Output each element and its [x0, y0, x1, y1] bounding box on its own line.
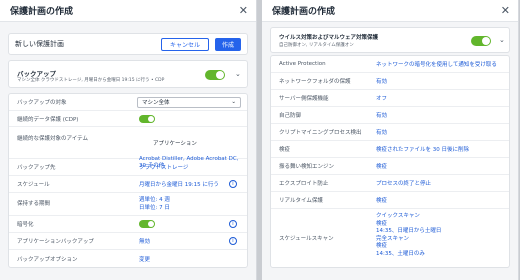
row-realtime-protection[interactable]: リアルタイム保護 検疫: [271, 192, 509, 209]
row-cdp-items[interactable]: 継続的な保護対象のアイテム アプリケーション Acrobat Distiller…: [9, 127, 247, 169]
row-label: エクスプロイト防止: [279, 181, 329, 187]
backup-options-link[interactable]: 変更: [139, 255, 150, 263]
cryptomining-link[interactable]: 有効: [376, 128, 387, 136]
row-label: ネットワークフォルダの保護: [279, 79, 351, 85]
close-icon[interactable]: ✕: [239, 5, 248, 16]
backup-toggle[interactable]: [205, 70, 225, 80]
retention-link[interactable]: 週単位: 4 週 日単位: 7 日: [139, 197, 170, 212]
row-label: リアルタイム保護: [279, 198, 323, 204]
chevron-down-icon: ⌄: [231, 99, 236, 105]
row-encryption: 暗号化 i: [9, 216, 247, 233]
right-panel: 保護計画の作成 ✕ ウイルス対策およびマルウェア対策保護 自己防御オン, リアル…: [262, 0, 519, 280]
row-behavior-engine[interactable]: 振る舞い検知エンジン 検疫: [271, 158, 509, 175]
info-icon[interactable]: i: [229, 237, 237, 245]
row-backup-options[interactable]: バックアップオプション 変更: [9, 250, 247, 267]
panel-header: 保護計画の作成 ✕: [0, 0, 256, 22]
antivirus-title: ウイルス対策およびマルウェア対策保護: [279, 35, 379, 41]
row-label: 振る舞い検知エンジン: [279, 164, 335, 170]
row-label: アプリケーションバックアップ: [17, 239, 94, 245]
active-protection-link[interactable]: ネットワークの暗号化を使用して通知を受け取る: [376, 60, 497, 68]
row-label: 暗号化: [17, 222, 34, 228]
row-app-backup[interactable]: アプリケーションバックアップ 無効 i: [9, 233, 247, 250]
antivirus-module[interactable]: ウイルス対策およびマルウェア対策保護 自己防御オン, リアルタイム保護オン ⌄: [270, 27, 510, 53]
info-icon[interactable]: i: [229, 220, 237, 228]
row-destination[interactable]: バックアップ先 クラウドストレージ: [9, 159, 247, 176]
row-label: バックアップの対象: [17, 100, 67, 106]
backup-summary: マシン全体 クラウドストレージ, 月曜日から金曜日 19:15 に行う • CD…: [17, 78, 165, 83]
row-label: Active Protection: [279, 61, 326, 67]
behavior-engine-link[interactable]: 検疫: [376, 162, 387, 170]
row-scheduled-scan[interactable]: スケジュールスキャン クイックスキャン 検疫 14:35、日曜日から土曜日 完全…: [271, 209, 509, 267]
row-backup-target[interactable]: バックアップの対象 マシン全体 ⌄: [9, 94, 247, 111]
app-backup-link[interactable]: 無効: [139, 237, 150, 245]
row-retention[interactable]: 保持する期間 週単位: 4 週 日単位: 7 日: [9, 193, 247, 216]
antivirus-toggle[interactable]: [471, 36, 491, 46]
chevron-down-icon[interactable]: ⌄: [235, 70, 241, 78]
backup-module[interactable]: バックアップ マシン全体 クラウドストレージ, 月曜日から金曜日 19:15 に…: [8, 60, 248, 88]
select-value: マシン全体: [142, 100, 170, 106]
self-protection-link[interactable]: 有効: [376, 111, 387, 119]
network-folder-link[interactable]: 有効: [376, 77, 387, 85]
quarantine-link[interactable]: 検疫されたファイルを 30 日後に削除: [376, 145, 469, 153]
backup-settings-list: バックアップの対象 マシン全体 ⌄ 継続的データ保護 (CDP) 継続的な保護対…: [8, 93, 248, 268]
backup-target-select[interactable]: マシン全体 ⌄: [137, 96, 241, 108]
close-icon[interactable]: ✕: [501, 5, 510, 16]
cdp-items-heading: アプリケーション: [153, 140, 197, 147]
scheduled-scan-value[interactable]: クイックスキャン 検疫 14:35、日曜日から土曜日 完全スキャン 検疫 14:…: [376, 213, 441, 259]
row-label: 継続的データ保護 (CDP): [17, 116, 79, 123]
row-label: 継続的な保護対象のアイテム: [17, 136, 88, 142]
panel-title: 保護計画の作成: [272, 7, 336, 17]
destination-link[interactable]: クラウドストレージ: [139, 163, 188, 171]
row-label: クリプトマイニングプロセス検出: [279, 130, 362, 136]
scheduled-scan-link[interactable]: クイックスキャン 検疫 14:35、日曜日から土曜日 完全スキャン 検疫 14:…: [376, 213, 441, 257]
row-label: スケジュール: [17, 182, 50, 188]
info-icon[interactable]: i: [229, 180, 237, 188]
row-exploit-prevention[interactable]: エクスプロイト防止 プロセスの終了と停止: [271, 175, 509, 192]
row-label: バックアップオプション: [17, 256, 78, 263]
row-network-folder[interactable]: ネットワークフォルダの保護 有効: [271, 73, 509, 90]
server-side-link[interactable]: オフ: [376, 94, 387, 102]
schedule-link[interactable]: 月曜日から金曜日 19:15 に行う: [139, 180, 219, 188]
row-label: サーバー側保護機能: [279, 96, 329, 102]
exploit-prevention-link[interactable]: プロセスの終了と停止: [376, 179, 431, 187]
row-quarantine[interactable]: 検疫 検疫されたファイルを 30 日後に削除: [271, 141, 509, 158]
row-schedule[interactable]: スケジュール 月曜日から金曜日 19:15 に行う i: [9, 176, 247, 193]
row-label: 自己防御: [279, 113, 302, 119]
antivirus-summary: 自己防御オン, リアルタイム保護オン: [279, 43, 354, 48]
row-label: バックアップ先: [17, 165, 56, 171]
panel-title: 保護計画の作成: [10, 7, 74, 17]
plan-name-input[interactable]: 新しい保護計画: [15, 39, 161, 49]
create-button[interactable]: 作成: [214, 37, 241, 51]
row-server-side[interactable]: サーバー側保護機能 オフ: [271, 90, 509, 107]
cancel-button[interactable]: キャンセル: [160, 37, 209, 51]
row-cryptomining[interactable]: クリプトマイニングプロセス検出 有効: [271, 124, 509, 141]
row-label: スケジュールスキャン: [279, 236, 334, 242]
chevron-down-icon[interactable]: ⌄: [499, 36, 505, 44]
cdp-toggle[interactable]: [139, 114, 155, 123]
encryption-toggle[interactable]: [139, 220, 155, 228]
row-label: 保持する期間: [17, 201, 51, 207]
row-active-protection[interactable]: Active Protection ネットワークの暗号化を使用して通知を受け取る: [271, 56, 509, 73]
row-self-protection[interactable]: 自己防御 有効: [271, 107, 509, 124]
row-label: 検疫: [279, 147, 291, 153]
panel-header: 保護計画の作成 ✕: [262, 0, 518, 22]
realtime-protection-link[interactable]: 検疫: [376, 196, 387, 204]
left-panel: 保護計画の作成 ✕ 新しい保護計画 キャンセル 作成 バックアップ マシン全体 …: [0, 0, 257, 280]
antivirus-settings-list: Active Protection ネットワークの暗号化を使用して通知を受け取る…: [270, 55, 510, 268]
plan-name-bar: 新しい保護計画 キャンセル 作成: [8, 33, 248, 55]
row-cdp: 継続的データ保護 (CDP): [9, 111, 247, 127]
